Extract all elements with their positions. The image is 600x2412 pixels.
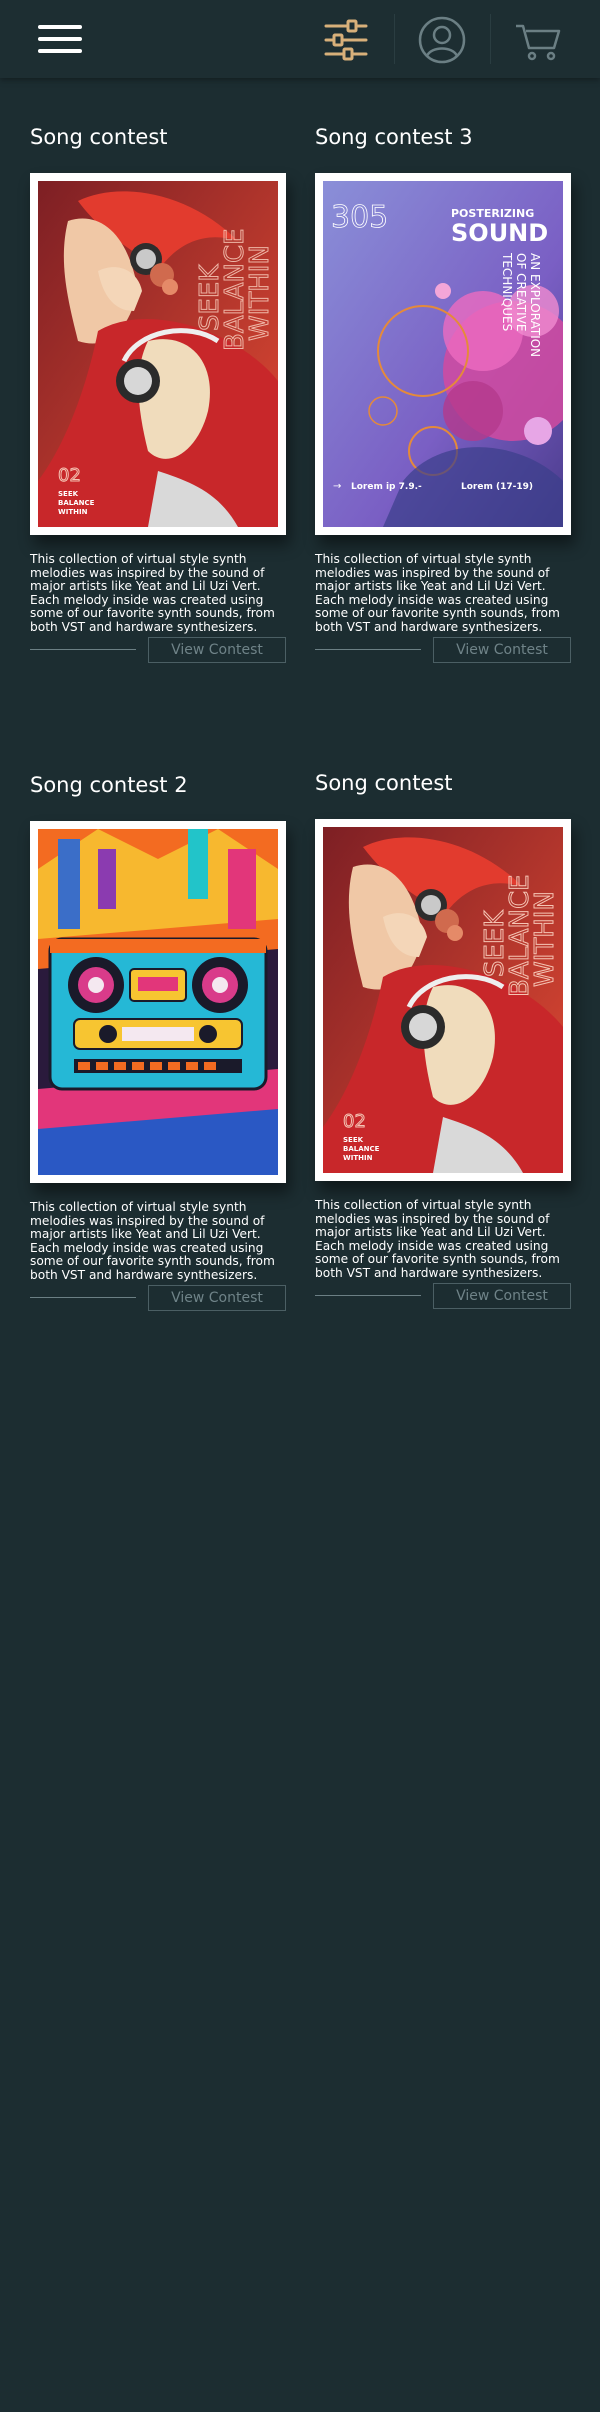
svg-text:→: → — [333, 481, 341, 492]
cta-divider-line — [315, 1295, 421, 1296]
card-title: Song contest — [315, 771, 453, 795]
poster-posterizing-sound: 305 POSTERIZING SOUND AN EXPLORATION OF … — [323, 181, 563, 527]
svg-text:AN EXPLORATION: AN EXPLORATION — [528, 253, 542, 357]
svg-text:305: 305 — [331, 200, 388, 235]
card-description: This collection of virtual style synth m… — [30, 552, 275, 634]
user-avatar-icon[interactable] — [414, 12, 470, 68]
card-title: Song contest — [30, 125, 168, 149]
contest-poster[interactable]: SEEK BALANCE WITHIN 02 SEEK BALANCE WITH… — [30, 173, 286, 535]
view-contest-button[interactable]: View Contest — [148, 1285, 286, 1311]
svg-text:WITHIN: WITHIN — [58, 508, 88, 516]
poster-boombox — [38, 829, 278, 1175]
shopping-cart-icon[interactable] — [510, 12, 566, 68]
header-divider — [490, 14, 491, 64]
hamburger-menu-icon[interactable] — [38, 25, 84, 55]
card-title: Song contest 2 — [30, 773, 188, 797]
svg-text:SEEK: SEEK — [58, 490, 79, 498]
card-description: This collection of virtual style synth m… — [30, 1200, 275, 1282]
card-description: This collection of virtual style synth m… — [315, 552, 560, 634]
poster-woman-headphones: SEEK BALANCE WITHIN 02 SEEK BALANCE WITH… — [323, 827, 563, 1173]
svg-text:TECHNIQUES: TECHNIQUES — [500, 252, 514, 331]
svg-text:BALANCE: BALANCE — [343, 1145, 380, 1153]
contest-poster[interactable] — [30, 821, 286, 1183]
svg-text:Lorem ip 7.9.-: Lorem ip 7.9.- — [351, 482, 422, 492]
svg-text:BALANCE: BALANCE — [58, 499, 95, 507]
svg-text:WITHIN: WITHIN — [343, 1154, 373, 1162]
svg-text:WITHIN: WITHIN — [245, 245, 275, 341]
svg-text:SEEK: SEEK — [343, 1136, 364, 1144]
contest-poster[interactable]: 305 POSTERIZING SOUND AN EXPLORATION OF … — [315, 173, 571, 535]
svg-text:SOUND: SOUND — [451, 219, 548, 247]
cta-divider-line — [30, 1297, 136, 1298]
svg-text:OF CREATIVE: OF CREATIVE — [514, 253, 528, 331]
top-navigation-bar — [0, 0, 600, 78]
svg-text:Lorem (17-19): Lorem (17-19) — [461, 482, 533, 492]
card-description: This collection of virtual style synth m… — [315, 1198, 560, 1280]
view-contest-button[interactable]: View Contest — [433, 1283, 571, 1309]
svg-text:02: 02 — [343, 1111, 366, 1132]
poster-woman-headphones: SEEK BALANCE WITHIN 02 SEEK BALANCE WITH… — [38, 181, 278, 527]
header-divider — [394, 14, 395, 64]
view-contest-button[interactable]: View Contest — [433, 637, 571, 663]
sliders-icon[interactable] — [318, 12, 374, 68]
view-contest-button[interactable]: View Contest — [148, 637, 286, 663]
svg-text:WITHIN: WITHIN — [530, 891, 560, 987]
svg-text:02: 02 — [58, 465, 81, 486]
cta-divider-line — [30, 649, 136, 650]
card-title: Song contest 3 — [315, 125, 473, 149]
contest-poster[interactable]: SEEK BALANCE WITHIN 02 SEEK BALANCE WITH… — [315, 819, 571, 1181]
cta-divider-line — [315, 649, 421, 650]
